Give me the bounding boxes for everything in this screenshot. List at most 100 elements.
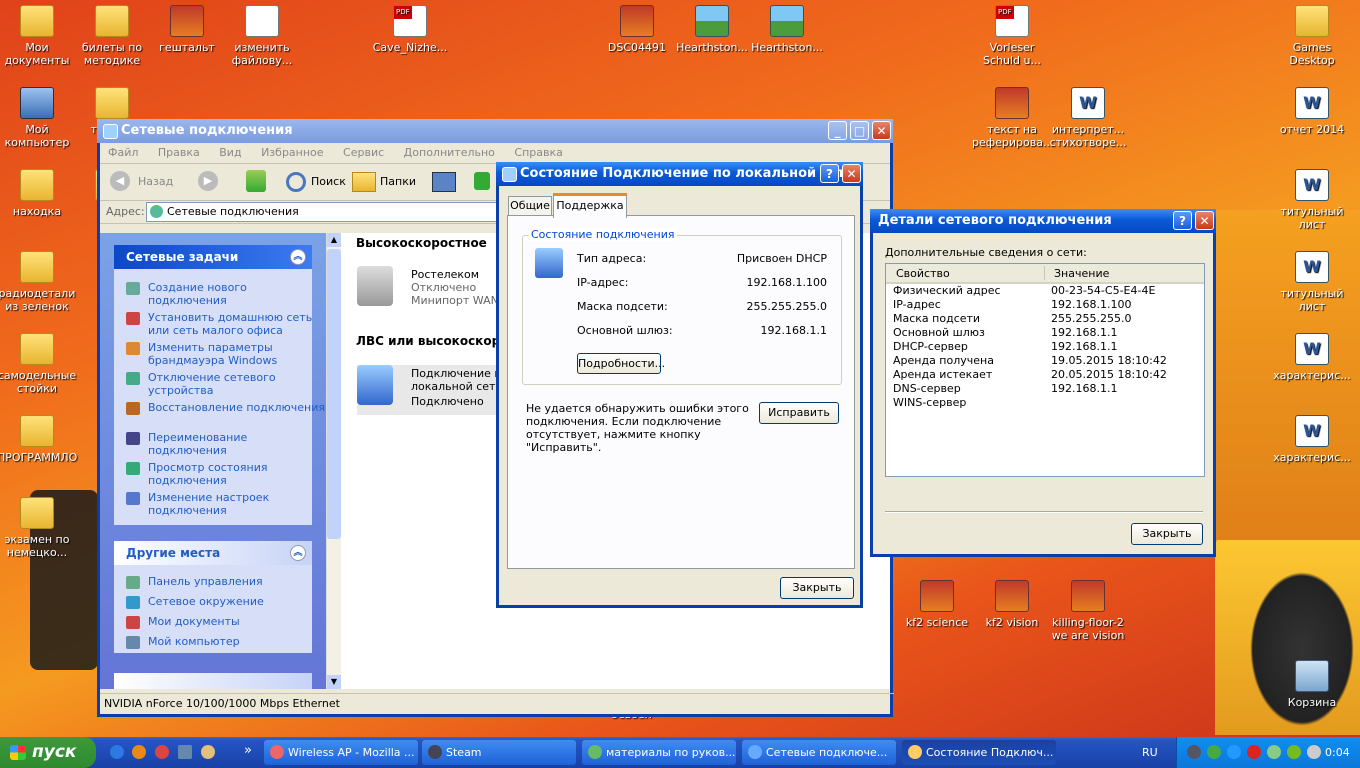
desktop-icon[interactable]: Wинтерпрет... стихотворе...	[1048, 87, 1128, 149]
task-pane-scrollbar[interactable]: ▲ ▼	[326, 233, 341, 689]
refresh-icon[interactable]	[474, 172, 490, 190]
desktop-icon[interactable]: DSC04491	[597, 5, 677, 54]
network-tasks-header[interactable]: Сетевые задачи ︽	[114, 245, 312, 269]
desktop-icon[interactable]: Мой компьютер	[0, 87, 77, 149]
media-icon[interactable]	[132, 745, 146, 759]
views-icon[interactable]	[432, 172, 456, 192]
menu-help[interactable]: Справка	[514, 146, 562, 159]
taskbar-button[interactable]: материалы по руков...	[582, 740, 736, 765]
desktop-icon[interactable]: радиодетали из зеленок	[0, 251, 77, 313]
opera-tray-icon[interactable]	[1247, 745, 1261, 759]
details-row[interactable]: Аренда получена 19.05.2015 18:10:42	[886, 354, 1204, 368]
desktop-icon[interactable]: Wтитульный лист	[1272, 169, 1352, 231]
taskbar-button[interactable]: Сетевые подключе...	[742, 740, 896, 765]
details-row[interactable]: DNS-сервер 192.168.1.1	[886, 382, 1204, 396]
details-button[interactable]: Подробности...	[577, 353, 665, 374]
desktop-icon[interactable]: Games Desktop	[1272, 5, 1352, 67]
network-task-item[interactable]: Просмотр состояния подключения	[126, 461, 328, 487]
desktop-icon[interactable]	[178, 745, 192, 759]
desktop-icon[interactable]: билеты по методике	[72, 5, 152, 67]
close-button[interactable]: ✕	[872, 121, 891, 140]
details-row[interactable]: Физический адрес 00-23-54-C5-E4-4E	[886, 284, 1204, 298]
firefox-icon[interactable]	[155, 745, 169, 759]
desktop-icon[interactable]: Wтитульный лист	[1272, 251, 1352, 313]
column-property[interactable]: Свойство	[896, 267, 950, 280]
help-button[interactable]: ?	[1173, 211, 1192, 230]
details-list[interactable]: Свойство Значение Физический адрес 00-23-…	[885, 263, 1205, 477]
menu-advanced[interactable]: Дополнительно	[404, 146, 495, 159]
desktop-icon[interactable]: изменить файлову...	[222, 5, 302, 67]
details-row[interactable]: WINS-сервер	[886, 396, 1204, 410]
other-place-item[interactable]: Мои документы	[126, 615, 328, 629]
player-icon[interactable]	[201, 745, 215, 759]
network-task-item[interactable]: Переименование подключения	[126, 431, 328, 457]
steam-tray-icon[interactable]	[1187, 745, 1201, 759]
network-task-item[interactable]: Создание нового подключения	[126, 281, 328, 307]
desktop-icon[interactable]: гештальт	[147, 5, 227, 54]
help-button[interactable]: ?	[820, 164, 839, 183]
repair-button[interactable]: Исправить	[759, 402, 839, 424]
desktop-icon[interactable]: Vorleser Schuld u...	[972, 5, 1052, 67]
desktop-icon[interactable]: текст на реферирова...	[972, 87, 1053, 149]
network-task-item[interactable]: Восстановление подключения	[126, 401, 328, 415]
collapse-chevron-icon[interactable]: ︽	[290, 545, 306, 561]
search-icon[interactable]	[286, 172, 306, 192]
desktop-icon[interactable]: Hearthston...	[672, 5, 752, 54]
status-close-button[interactable]: Закрыть	[780, 577, 854, 599]
back-button-label[interactable]: Назад	[138, 175, 173, 188]
network-task-item[interactable]: Отключение сетевого устройства	[126, 371, 328, 397]
desktop-icon[interactable]: ПРОГРАММЛО	[0, 415, 77, 464]
folders-button-label[interactable]: Папки	[380, 175, 416, 188]
folders-icon[interactable]	[352, 172, 376, 192]
close-button[interactable]: ✕	[1195, 211, 1214, 230]
desktop-icon[interactable]: самодельные стойки	[0, 333, 77, 395]
maximize-button[interactable]: □	[850, 121, 869, 140]
network-task-item[interactable]: Изменение настроек подключения	[126, 491, 328, 517]
collapse-chevron-icon[interactable]: ︽	[290, 249, 306, 265]
scroll-up-arrow-icon[interactable]: ▲	[327, 233, 341, 247]
desktop-icon[interactable]: Cave_Nizhe...	[370, 5, 450, 54]
scroll-thumb[interactable]	[327, 249, 341, 539]
tab-general[interactable]: Общие	[508, 196, 552, 215]
menu-view[interactable]: Вид	[219, 146, 241, 159]
details-row[interactable]: DHCP-сервер 192.168.1.1	[886, 340, 1204, 354]
minimize-button[interactable]: _	[828, 121, 847, 140]
desktop-icon[interactable]: Wхарактерис...	[1272, 415, 1352, 464]
desktop-icon[interactable]: kf2 vision	[972, 580, 1052, 629]
network-task-item[interactable]: Изменить параметры брандмауэра Windows	[126, 341, 328, 367]
taskbar-button[interactable]: Состояние Подключ...	[902, 740, 1056, 765]
desktop-icon[interactable]: Корзина	[1272, 660, 1352, 709]
other-places-header[interactable]: Другие места ︽	[114, 541, 312, 565]
menu-favorites[interactable]: Избранное	[261, 146, 323, 159]
nvidia-tray-icon[interactable]	[1287, 745, 1301, 759]
desktop-icon[interactable]: kf2 science	[897, 580, 977, 629]
connection-lan[interactable]: Подключение по локальной сети Подключено	[357, 365, 517, 415]
close-button[interactable]: ✕	[842, 164, 861, 183]
desktop-icon[interactable]: Hearthston...	[747, 5, 827, 54]
language-indicator[interactable]: RU	[1142, 746, 1158, 759]
taskbar-button[interactable]: Steam	[422, 740, 576, 765]
details-row[interactable]: Основной шлюз 192.168.1.1	[886, 326, 1204, 340]
details-close-button[interactable]: Закрыть	[1131, 523, 1203, 545]
forward-arrow-icon[interactable]: ▶	[198, 171, 218, 191]
taskbar-button[interactable]: Wireless AP - Mozilla ...	[264, 740, 418, 765]
other-place-item[interactable]: Сетевое окружение	[126, 595, 328, 609]
search-button-label[interactable]: Поиск	[311, 175, 346, 188]
skype-tray-icon[interactable]	[1227, 745, 1241, 759]
status-dialog-titlebar[interactable]: Состояние Подключение по локальной сети …	[496, 162, 863, 186]
up-folder-icon[interactable]	[246, 170, 266, 192]
volume-tray-icon[interactable]	[1307, 745, 1321, 759]
start-button[interactable]: пуск	[0, 737, 96, 768]
menu-file[interactable]: Файл	[108, 146, 138, 159]
back-arrow-icon[interactable]: ◀	[110, 171, 130, 191]
desktop-icon[interactable]: Мои документы	[0, 5, 77, 67]
network-task-item[interactable]: Установить домашнюю сеть или сеть малого…	[126, 311, 328, 337]
menu-edit[interactable]: Правка	[158, 146, 200, 159]
desktop-icon[interactable]: killing-floor-2 we are vision	[1048, 580, 1128, 642]
details-row[interactable]: Маска подсети 255.255.255.0	[886, 312, 1204, 326]
details-row[interactable]: IP-адрес 192.168.1.100	[886, 298, 1204, 312]
details-row[interactable]: Аренда истекает 20.05.2015 18:10:42	[886, 368, 1204, 382]
status-dialog[interactable]: Состояние Подключение по локальной сети …	[496, 162, 863, 608]
column-value[interactable]: Значение	[1054, 267, 1109, 280]
tab-support[interactable]: Поддержка	[553, 193, 627, 218]
